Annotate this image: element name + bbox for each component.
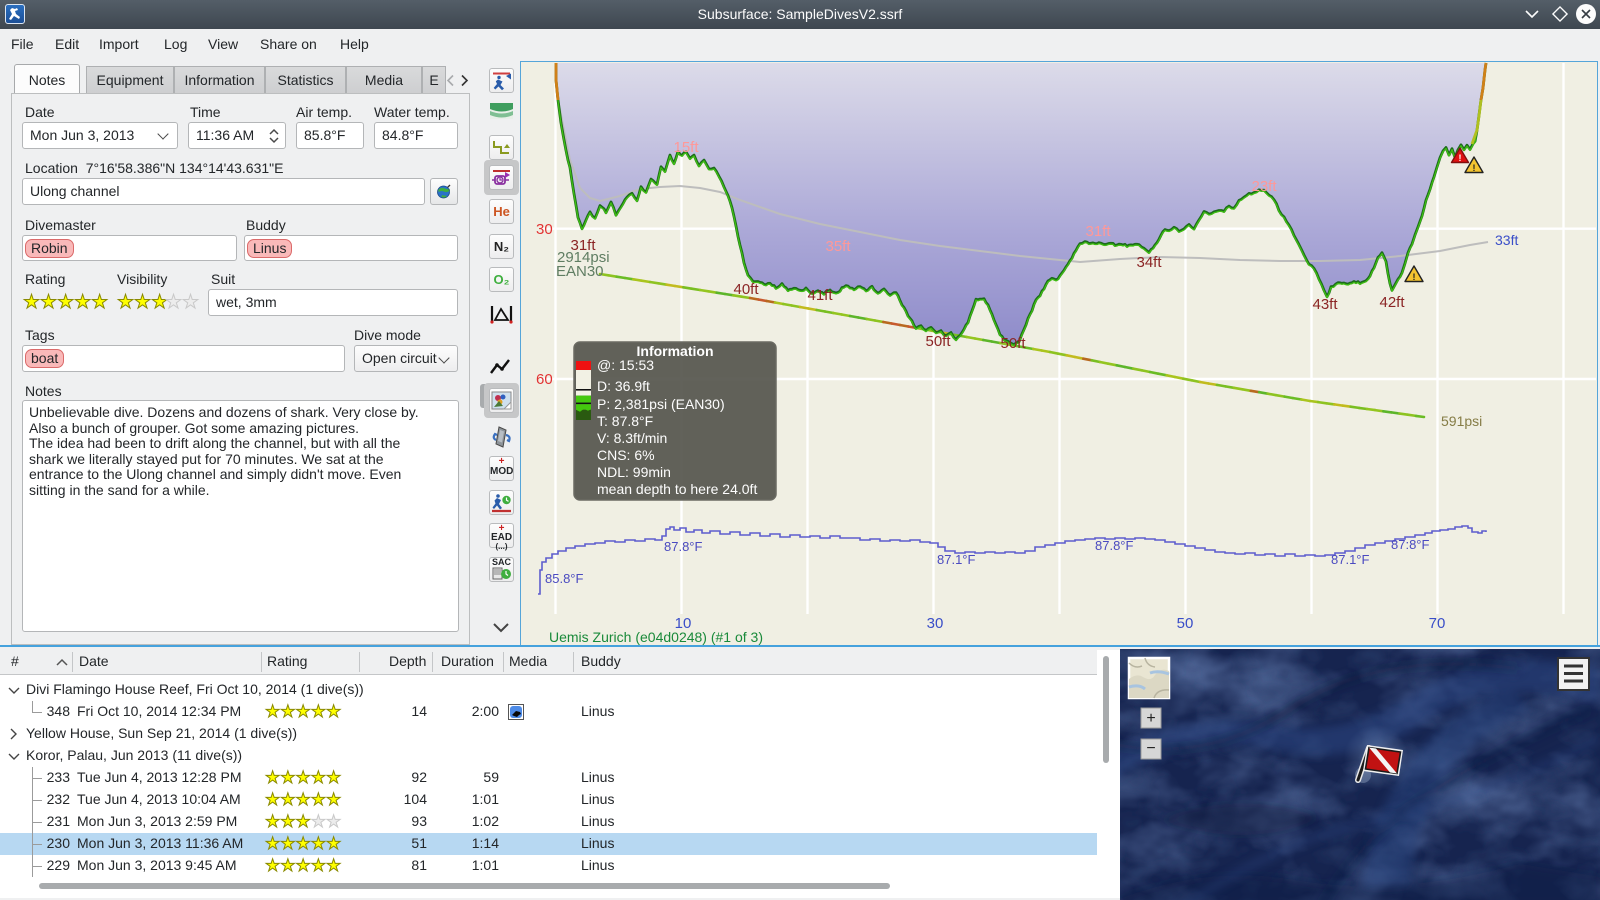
- svg-text:V: 8.3ft/min: V: 8.3ft/min: [597, 430, 667, 446]
- svg-text:@: 15:53: @: 15:53: [597, 357, 654, 373]
- svg-text:50ft: 50ft: [1000, 335, 1026, 352]
- svg-text:42ft: 42ft: [1379, 294, 1405, 311]
- svg-text:!: !: [1473, 163, 1476, 173]
- svg-text:+: +: [1146, 710, 1155, 727]
- svg-text:NDL: 99min: NDL: 99min: [597, 464, 671, 480]
- svg-text:87.8°F: 87.8°F: [1095, 538, 1134, 553]
- svg-text:87.1°F: 87.1°F: [1331, 552, 1370, 567]
- svg-text:33ft: 33ft: [1495, 232, 1518, 248]
- svg-text:87:8°F: 87:8°F: [1391, 537, 1430, 552]
- svg-text:40ft: 40ft: [733, 281, 759, 298]
- svg-text:−: −: [1146, 740, 1155, 757]
- svg-text:50: 50: [1177, 615, 1194, 632]
- svg-text:23ft: 23ft: [1251, 178, 1277, 195]
- svg-text:Uemis Zurich (e04d0248) (#1 of: Uemis Zurich (e04d0248) (#1 of 3): [549, 629, 763, 645]
- svg-text:P: 2,381psi (EAN30): P: 2,381psi (EAN30): [597, 396, 725, 412]
- svg-text:31ft: 31ft: [1085, 223, 1111, 240]
- svg-text:!: !: [1459, 153, 1462, 163]
- svg-text:41ft: 41ft: [807, 287, 833, 304]
- svg-text:CNS: 6%: CNS: 6%: [597, 447, 655, 463]
- svg-text:34ft: 34ft: [1136, 254, 1162, 271]
- svg-text:87.1°F: 87.1°F: [937, 552, 976, 567]
- svg-text:60: 60: [536, 371, 553, 388]
- svg-text:43ft: 43ft: [1312, 296, 1338, 313]
- svg-text:50ft: 50ft: [925, 333, 951, 350]
- svg-text:!: !: [1413, 272, 1416, 282]
- svg-text:T: 87.8°F: T: 87.8°F: [597, 413, 653, 429]
- svg-text:87.8°F: 87.8°F: [664, 539, 703, 554]
- svg-text:mean depth to here 24.0ft: mean depth to here 24.0ft: [597, 481, 757, 497]
- svg-text:30: 30: [536, 221, 553, 238]
- svg-text:30: 30: [927, 615, 944, 632]
- svg-text:D: 36.9ft: D: 36.9ft: [597, 378, 650, 394]
- svg-text:85.8°F: 85.8°F: [545, 571, 584, 586]
- svg-text:EAN30: EAN30: [556, 263, 604, 280]
- svg-text:15ft: 15ft: [673, 139, 699, 156]
- svg-text:70: 70: [1429, 615, 1446, 632]
- svg-text:35ft: 35ft: [825, 238, 851, 255]
- svg-text:591psi: 591psi: [1441, 413, 1482, 429]
